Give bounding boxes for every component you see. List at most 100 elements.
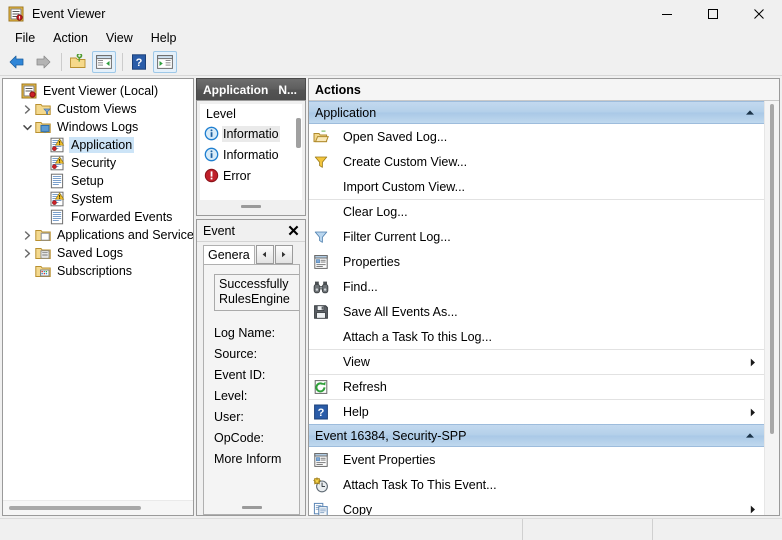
event-message-line-2: RulesEngine	[219, 292, 290, 306]
action-item-event-properties[interactable]: Event Properties	[309, 447, 764, 472]
open-saved-log-button[interactable]	[66, 51, 90, 73]
chevron-right-icon[interactable]	[19, 230, 35, 240]
svg-text:?: ?	[318, 407, 325, 419]
log-warning-icon	[49, 155, 65, 171]
tree-item-subscriptions[interactable]: Subscriptions	[3, 262, 193, 280]
minimize-button[interactable]	[644, 0, 690, 28]
console-tree: Event Viewer (Local) Custom Views Windows …	[3, 79, 193, 500]
actions-pane-title: Actions	[309, 79, 779, 101]
menu-item-file[interactable]: File	[6, 29, 44, 48]
actions-vertical-scrollbar[interactable]	[764, 101, 779, 515]
information-icon	[204, 126, 220, 142]
close-button[interactable]	[736, 0, 782, 28]
menu-item-help[interactable]: Help	[142, 29, 186, 48]
action-item-attach-task-to-this-event[interactable]: Attach Task To This Event...	[309, 472, 764, 497]
action-item-view[interactable]: View	[309, 349, 764, 374]
action-item-import-custom-view[interactable]: Import Custom View...	[309, 174, 764, 199]
attach-task-icon	[313, 476, 329, 493]
action-item-help[interactable]: ? Help	[309, 399, 764, 424]
actions-group-header[interactable]: Event 16384, Security-SPP	[309, 424, 764, 447]
tree-item-label: System	[71, 192, 113, 206]
event-field-label: Source:	[214, 347, 258, 361]
console-tree-pane: Event Viewer (Local) Custom Views Windows …	[2, 78, 194, 516]
status-bar-segment-3	[652, 518, 782, 540]
chevron-up-icon[interactable]	[744, 432, 756, 439]
main-body: Event Viewer (Local) Custom Views Windows …	[0, 76, 782, 518]
event-list-resize-grip[interactable]	[200, 200, 302, 212]
tab-scroll-right-button[interactable]	[274, 245, 293, 264]
tree-item-label: Forwarded Events	[71, 210, 173, 224]
open-folder-icon	[313, 129, 329, 145]
actions-pane: Actions Application Open Saved Log... Crea…	[308, 78, 780, 516]
event-level-list: Level Informatio Informatio Error	[200, 104, 302, 200]
menu-item-action[interactable]: Action	[44, 29, 97, 48]
tree-horizontal-scrollbar[interactable]	[3, 500, 193, 515]
column-header-number-of-events[interactable]: N...	[278, 83, 297, 97]
show-hide-console-tree-button[interactable]	[92, 51, 116, 73]
forward-button[interactable]	[31, 51, 55, 73]
toolbar-separator-1	[61, 53, 62, 71]
actions-vscroll-thumb[interactable]	[770, 104, 774, 434]
action-item-find[interactable]: Find...	[309, 274, 764, 299]
action-item-open-saved-log[interactable]: Open Saved Log...	[309, 124, 764, 149]
action-item-copy[interactable]: Copy	[309, 497, 764, 515]
tree-item-custom-views[interactable]: Custom Views	[3, 100, 193, 118]
tree-item-security[interactable]: Security	[3, 154, 193, 172]
tree-item-application[interactable]: Application	[3, 136, 193, 154]
tree-item-windows-logs[interactable]: Windows Logs	[3, 118, 193, 136]
action-item-filter-current-log[interactable]: Filter Current Log...	[309, 224, 764, 249]
menu-item-view[interactable]: View	[97, 29, 142, 48]
tree-hscroll-thumb[interactable]	[9, 506, 141, 510]
chevron-up-icon[interactable]	[744, 109, 756, 116]
tree-item-label: Applications and Services Lo	[57, 228, 193, 242]
action-item-clear-log[interactable]: Clear Log...	[309, 199, 764, 224]
chevron-right-icon[interactable]	[19, 248, 35, 258]
event-viewer-icon	[8, 6, 24, 22]
action-item-create-custom-view[interactable]: Create Custom View...	[309, 149, 764, 174]
menu-bar: File Action View Help	[0, 28, 782, 49]
tree-item-event-viewer-local[interactable]: Event Viewer (Local)	[3, 82, 193, 100]
event-message-box[interactable]: Successfully RulesEngine	[214, 274, 299, 311]
action-item-label: Help	[343, 405, 369, 419]
tree-item-forwarded-events[interactable]: Forwarded Events	[3, 208, 193, 226]
event-viewer-window: Event Viewer File Action View Help ? Eve…	[0, 0, 782, 540]
tab-scroll-left-button[interactable]	[255, 245, 274, 264]
event-field-label: OpCode:	[214, 431, 265, 445]
event-details-resize-grip[interactable]	[204, 500, 299, 514]
action-item-label: Attach a Task To this Log...	[343, 329, 492, 344]
actions-group-header[interactable]: Application	[309, 101, 764, 124]
tree-item-saved-logs[interactable]: Saved Logs	[3, 244, 193, 262]
actions-group-title: Event 16384, Security-SPP	[315, 428, 467, 443]
tab-general[interactable]: Genera	[203, 245, 255, 264]
event-list-vertical-scrollbar-thumb[interactable]	[296, 118, 301, 148]
event-level-label: Informatio	[223, 147, 279, 162]
tree-item-applications-and-services-lo[interactable]: Applications and Services Lo	[3, 226, 193, 244]
action-item-attach-a-task-to-this-log[interactable]: Attach a Task To this Log...	[309, 324, 764, 349]
title-bar: Event Viewer	[0, 0, 782, 28]
tree-item-setup[interactable]: Setup	[3, 172, 193, 190]
level-column-label[interactable]: Level	[200, 104, 302, 123]
event-list-column-headers: Application N...	[196, 78, 306, 100]
action-item-properties[interactable]: Properties	[309, 249, 764, 274]
event-list-row[interactable]: Informatio	[200, 144, 302, 165]
action-item-label: View	[343, 355, 370, 369]
tree-item-label: Setup	[71, 174, 104, 188]
event-list-row[interactable]: Error	[200, 165, 302, 186]
event-level-label: Error	[223, 168, 251, 183]
column-header-application[interactable]: Application	[203, 83, 268, 97]
event-list-row[interactable]: Informatio	[200, 123, 302, 144]
action-item-refresh[interactable]: Refresh	[309, 374, 764, 399]
action-icon-placeholder	[313, 354, 329, 370]
event-level-listbox: Level Informatio Informatio Error	[196, 100, 306, 216]
chevron-down-icon[interactable]	[19, 123, 35, 132]
maximize-button[interactable]	[690, 0, 736, 28]
action-item-save-all-events-as[interactable]: Save All Events As...	[309, 299, 764, 324]
chevron-right-icon[interactable]	[19, 104, 35, 114]
action-icon-placeholder	[313, 329, 329, 345]
log-warning-icon	[49, 191, 65, 207]
help-button[interactable]: ?	[127, 51, 151, 73]
close-icon[interactable]	[285, 223, 301, 239]
tree-item-system[interactable]: System	[3, 190, 193, 208]
show-hide-action-pane-button[interactable]	[153, 51, 177, 73]
back-button[interactable]	[5, 51, 29, 73]
